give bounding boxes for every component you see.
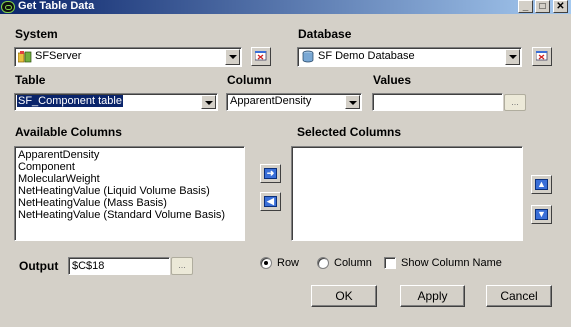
column-dropdown[interactable]: ApparentDensity	[226, 93, 362, 111]
arrow-up-icon: ▲	[535, 179, 548, 190]
ok-button[interactable]: OK	[311, 285, 377, 307]
selected-columns-label: Selected Columns	[297, 125, 402, 139]
output-value: $C$18	[72, 260, 105, 272]
server-icon	[17, 51, 32, 63]
row-radio-label[interactable]: Row	[277, 257, 299, 269]
arrow-down-icon: ▼	[535, 209, 548, 220]
available-columns-list[interactable]: ApparentDensity Component MolecularWeigh…	[14, 146, 245, 241]
column-radio-label[interactable]: Column	[334, 257, 372, 269]
remove-column-button[interactable]: ◀	[260, 192, 281, 211]
chevron-down-icon[interactable]	[505, 49, 520, 65]
output-browse-button[interactable]: ...	[171, 257, 193, 275]
move-down-button[interactable]: ▼	[531, 205, 552, 224]
chevron-down-icon[interactable]	[345, 95, 360, 109]
arrow-left-icon: ◀	[264, 196, 277, 207]
values-field[interactable]	[372, 93, 503, 111]
cancel-button[interactable]: Cancel	[486, 285, 552, 307]
connection-icon	[535, 50, 548, 62]
maximize-button[interactable]: □	[535, 0, 550, 13]
chevron-down-icon[interactable]	[201, 95, 216, 109]
app-icon	[1, 1, 15, 13]
apply-button[interactable]: Apply	[400, 285, 465, 307]
values-browse-button[interactable]: ...	[504, 94, 526, 111]
column-label: Column	[227, 73, 272, 87]
table-value: SF_Component table	[17, 95, 123, 107]
system-label: System	[15, 27, 58, 41]
list-item[interactable]: ApparentDensity	[18, 149, 247, 161]
show-column-name-checkbox[interactable]	[384, 257, 396, 269]
column-value: ApparentDensity	[230, 95, 312, 107]
selected-columns-list[interactable]	[291, 146, 523, 241]
values-label: Values	[373, 73, 412, 87]
list-item[interactable]: NetHeatingValue (Mass Basis)	[18, 197, 247, 209]
column-radio[interactable]	[317, 257, 329, 269]
get-table-data-dialog: Get Table Data _ □ ✕ System SFServer Dat…	[0, 0, 571, 327]
database-value: SF Demo Database	[318, 50, 415, 62]
chevron-down-icon[interactable]	[225, 49, 240, 65]
show-column-name-label[interactable]: Show Column Name	[401, 257, 502, 269]
table-label: Table	[15, 73, 46, 87]
window-title: Get Table Data	[18, 0, 95, 12]
list-item[interactable]: Component	[18, 161, 247, 173]
row-radio[interactable]	[260, 257, 272, 269]
title-bar[interactable]: Get Table Data _ □ ✕	[0, 0, 571, 14]
list-item[interactable]: MolecularWeight	[18, 173, 247, 185]
minimize-button[interactable]: _	[518, 0, 533, 13]
close-button[interactable]: ✕	[553, 0, 568, 13]
system-connect-button[interactable]	[251, 47, 271, 66]
output-label: Output	[19, 259, 59, 273]
system-value: SFServer	[35, 50, 82, 62]
arrow-right-icon: ➜	[264, 168, 277, 179]
database-icon	[301, 50, 315, 64]
table-dropdown[interactable]: SF_Component table	[14, 93, 218, 111]
connection-icon	[254, 50, 267, 62]
list-item[interactable]: NetHeatingValue (Liquid Volume Basis)	[18, 185, 247, 197]
add-column-button[interactable]: ➜	[260, 164, 281, 183]
system-dropdown[interactable]: SFServer	[14, 47, 242, 67]
available-columns-label: Available Columns	[15, 125, 122, 139]
list-item[interactable]: NetHeatingValue (Standard Volume Basis)	[18, 209, 247, 221]
database-connect-button[interactable]	[532, 47, 552, 66]
output-field[interactable]: $C$18	[68, 257, 170, 275]
database-dropdown[interactable]: SF Demo Database	[297, 47, 522, 67]
database-label: Database	[298, 27, 352, 41]
move-up-button[interactable]: ▲	[531, 175, 552, 194]
